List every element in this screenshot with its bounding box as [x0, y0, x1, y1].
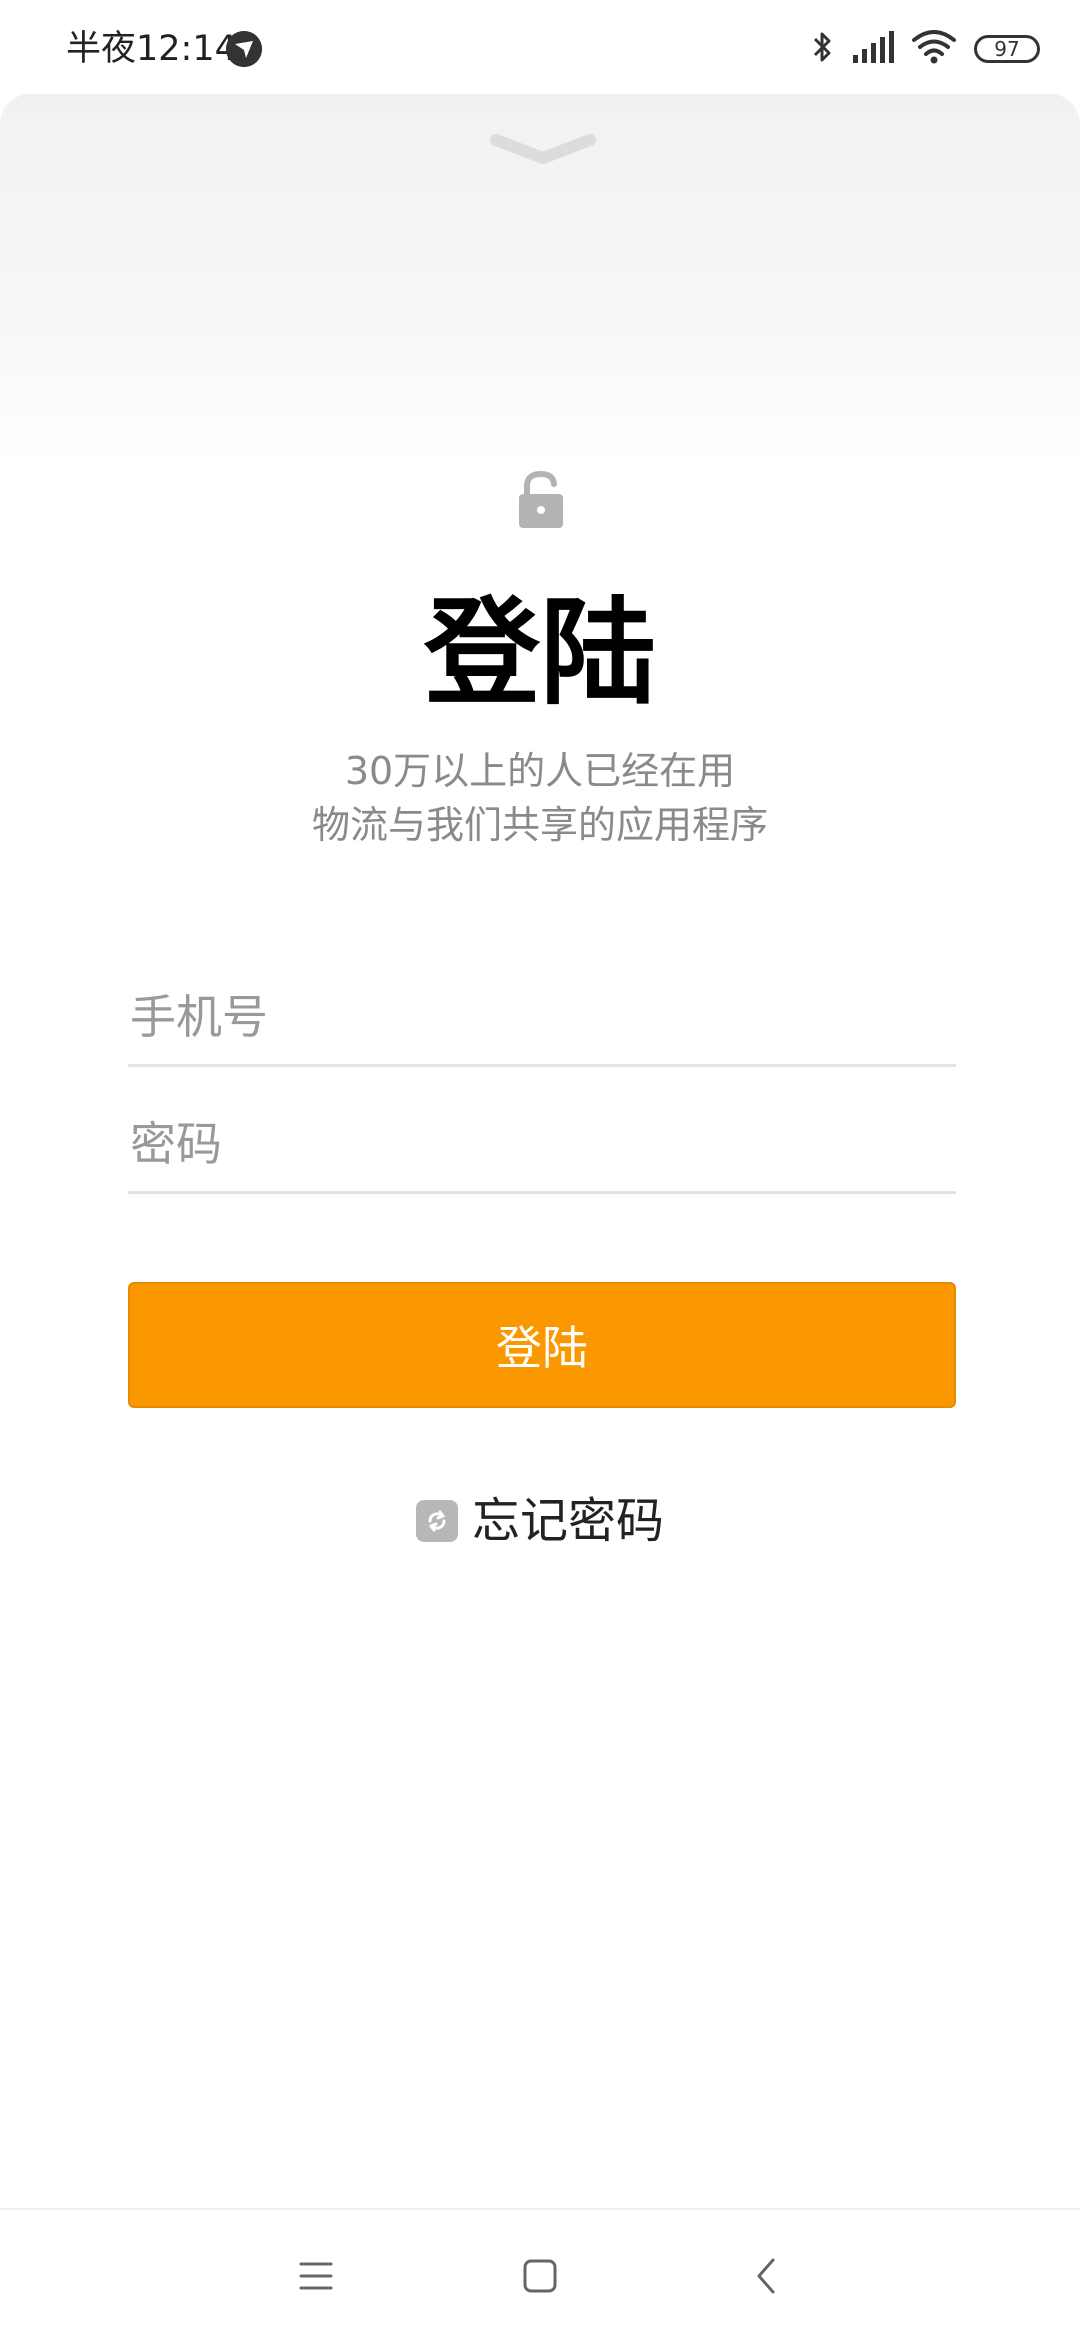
- forgot-password-link[interactable]: 忘记密码: [0, 1491, 1080, 1551]
- chevron-down-icon[interactable]: [488, 132, 598, 168]
- signal-icon: [852, 31, 894, 67]
- status-time: 半夜12:14: [66, 29, 237, 69]
- subtitle-line-1: 30万以上的人已经在用: [344, 749, 736, 793]
- login-button[interactable]: 登陆: [128, 1282, 956, 1408]
- password-input[interactable]: [130, 1094, 950, 1194]
- refresh-icon: [415, 1500, 458, 1542]
- page-title: 登陆: [424, 586, 656, 721]
- password-field: [128, 1094, 956, 1194]
- status-bar: 半夜12:14 97: [0, 0, 1080, 96]
- back-icon[interactable]: [736, 2246, 796, 2306]
- battery-icon: 97: [974, 35, 1040, 63]
- status-icons: 97: [812, 26, 1040, 72]
- notification-app-icon: [226, 31, 262, 67]
- bluetooth-icon: [812, 29, 834, 69]
- subtitle-line-2: 物流与我们共享的应用程序: [311, 803, 768, 847]
- wifi-icon: [912, 30, 956, 68]
- phone-input[interactable]: [130, 967, 950, 1067]
- navigation-bar: [0, 2208, 1080, 2340]
- phone-field: [128, 967, 956, 1067]
- home-icon[interactable]: [510, 2246, 570, 2306]
- menu-icon[interactable]: [286, 2246, 346, 2306]
- subtitle: 30万以上的人已经在用 物流与我们共享的应用程序: [0, 744, 1080, 852]
- forgot-password-label: 忘记密码: [471, 1493, 664, 1549]
- login-sheet: 登陆 30万以上的人已经在用 物流与我们共享的应用程序 登陆 忘记密码: [0, 94, 1080, 2340]
- lock-icon: [517, 470, 565, 530]
